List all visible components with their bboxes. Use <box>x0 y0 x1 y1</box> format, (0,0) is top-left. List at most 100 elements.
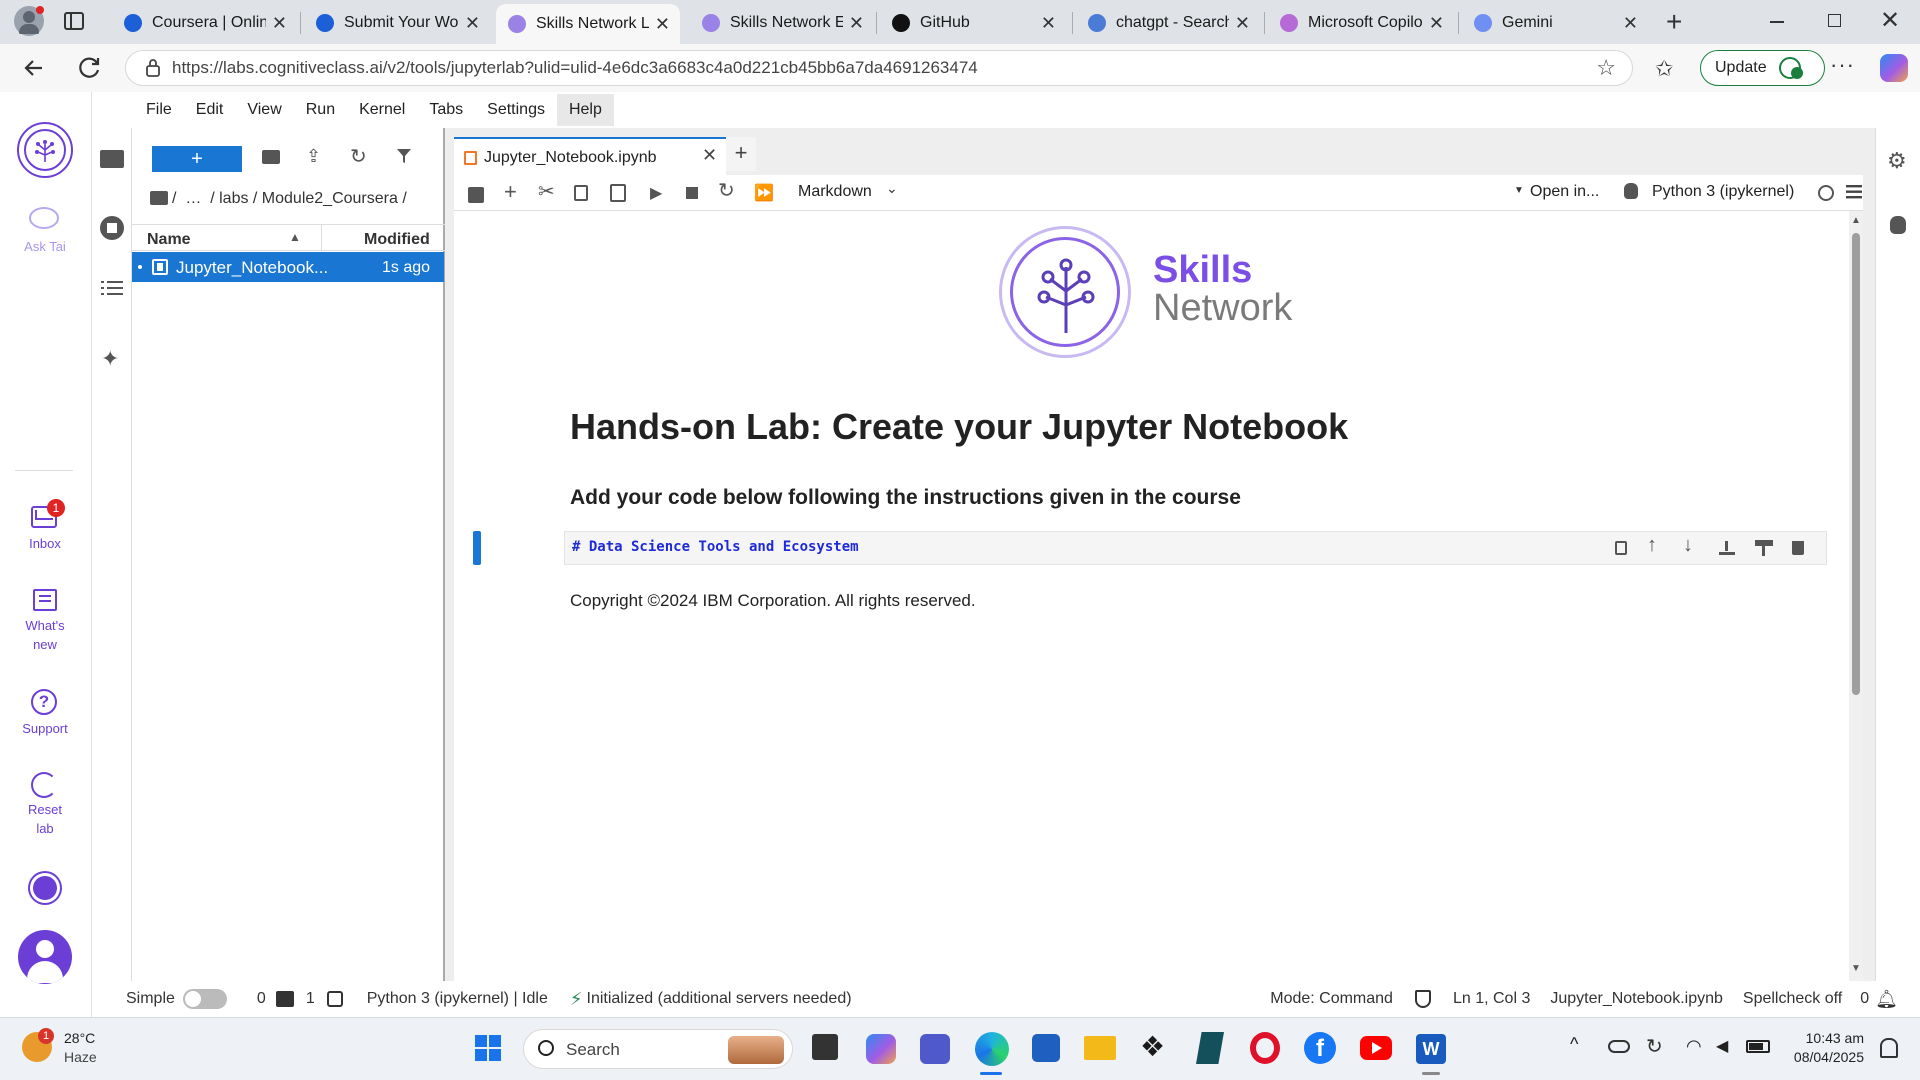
clock-time[interactable]: 10:43 am <box>1780 1030 1864 1046</box>
browser-tab[interactable]: chatgpt - Search ✕ <box>1076 6 1260 40</box>
chevron-down-icon[interactable]: ⌄ <box>886 180 898 197</box>
minimize-icon[interactable] <box>1770 21 1784 23</box>
app-s-icon[interactable] <box>1196 1032 1224 1064</box>
support-label[interactable]: Support <box>0 719 90 738</box>
onedrive-cloud-icon[interactable] <box>1608 1040 1630 1053</box>
new-tab-icon[interactable]: + <box>1666 8 1682 36</box>
inbox-label[interactable]: Inbox <box>0 534 90 553</box>
ask-tai-label[interactable]: Ask Tai <box>0 237 90 256</box>
dropbox-icon[interactable]: ❖ <box>1140 1032 1165 1062</box>
profile-avatar-icon[interactable] <box>14 6 44 36</box>
scroll-up-icon[interactable]: ▲ <box>1851 215 1861 226</box>
user-avatar-icon[interactable] <box>18 930 72 984</box>
run-all-icon[interactable]: ⏩ <box>754 179 774 209</box>
task-view-icon[interactable] <box>812 1034 838 1060</box>
browser-tab[interactable]: Coursera | Online ✕ <box>112 6 297 40</box>
spellcheck-status[interactable]: Spellcheck off <box>1743 990 1842 1008</box>
favorites-icon[interactable]: ✩ <box>1655 56 1673 82</box>
restore-icon[interactable] <box>1828 14 1841 27</box>
menu-edit[interactable]: Edit <box>184 94 236 126</box>
weather-desc[interactable]: Haze <box>64 1049 97 1065</box>
save-icon[interactable] <box>468 187 484 203</box>
menu-tabs[interactable]: Tabs <box>417 94 475 126</box>
volume-icon[interactable]: ◀ <box>1716 1036 1728 1056</box>
terminals-count[interactable]: 0 <box>257 990 266 1008</box>
close-tab-icon[interactable]: ✕ <box>465 13 480 34</box>
settings-more-icon[interactable]: ··· <box>1830 52 1855 78</box>
update-button[interactable]: Update <box>1700 50 1825 86</box>
opera-icon[interactable] <box>1250 1032 1280 1064</box>
browser-tab[interactable]: Submit Your Worl ✕ <box>304 6 490 40</box>
kernel-status[interactable]: Python 3 (ipykernel) | Idle <box>367 990 548 1008</box>
close-window-icon[interactable]: ✕ <box>1880 6 1900 35</box>
move-up-icon[interactable]: ↑ <box>1647 534 1657 557</box>
ask-tai-chat-icon[interactable] <box>29 207 59 229</box>
paste-icon[interactable] <box>610 184 626 202</box>
menu-view[interactable]: View <box>235 94 293 126</box>
delete-cell-icon[interactable] <box>1792 541 1804 555</box>
extensions-puzzle-icon[interactable]: ✦ <box>101 346 119 372</box>
support-help-icon[interactable]: ? <box>31 689 57 715</box>
menu-run[interactable]: Run <box>294 94 347 126</box>
close-tab-icon[interactable]: ✕ <box>849 13 864 34</box>
new-launcher-button[interactable]: + <box>152 146 242 172</box>
show-hidden-icons-chevron-icon[interactable]: ^ <box>1570 1034 1578 1055</box>
cell-type-select[interactable]: Markdown <box>798 183 872 201</box>
reload-icon[interactable] <box>76 54 104 82</box>
close-tab-icon[interactable]: ✕ <box>1623 13 1638 34</box>
open-in-button[interactable]: Open in... <box>1530 183 1599 201</box>
clock-date[interactable]: 08/04/2025 <box>1780 1049 1864 1065</box>
scrollbar-thumb[interactable] <box>1852 233 1860 695</box>
property-inspector-gear-icon[interactable]: ⚙ <box>1887 148 1907 174</box>
scroll-down-icon[interactable]: ▼ <box>1851 963 1861 974</box>
cursor-position[interactable]: Ln 1, Col 3 <box>1453 990 1530 1008</box>
browser-tab[interactable]: Skills Network La ✕ <box>496 4 680 44</box>
tab-actions-icon[interactable] <box>64 12 84 30</box>
copy-icon[interactable] <box>574 185 588 201</box>
store-icon[interactable] <box>1032 1034 1060 1062</box>
column-header-modified[interactable]: Modified <box>364 231 430 249</box>
theme-sun-icon[interactable] <box>33 876 57 900</box>
close-tab-icon[interactable]: ✕ <box>702 145 717 166</box>
close-tab-icon[interactable]: ✕ <box>655 14 670 35</box>
property-menu-icon[interactable] <box>1846 185 1862 199</box>
close-tab-icon[interactable]: ✕ <box>1235 13 1250 34</box>
insert-cell-icon[interactable]: + <box>504 179 517 205</box>
browser-tab[interactable]: Microsoft Copilot ✕ <box>1268 6 1454 40</box>
notebook-scrollbar[interactable]: ▲ ▼ <box>1849 211 1863 981</box>
skills-network-logo-icon[interactable] <box>17 122 73 178</box>
copilot-icon[interactable] <box>1880 54 1908 82</box>
file-browser-folder-icon[interactable] <box>100 150 124 168</box>
upload-icon[interactable]: ⇪ <box>306 146 321 167</box>
copilot-taskbar-icon[interactable] <box>866 1034 896 1064</box>
simple-mode-toggle[interactable] <box>182 989 227 1009</box>
code-cell[interactable]: # Data Science Tools and Ecosystem ↑ ↓ <box>564 531 1827 565</box>
trusted-shield-icon[interactable] <box>1414 990 1431 1008</box>
insert-above-icon[interactable] <box>1719 539 1735 555</box>
kernels-count[interactable]: 1 <box>306 990 315 1008</box>
notification-bell-icon[interactable]: 🔔︎ <box>1875 989 1898 1010</box>
cut-icon[interactable]: ✂ <box>538 179 555 204</box>
move-down-icon[interactable]: ↓ <box>1683 534 1693 557</box>
edge-browser-icon[interactable] <box>975 1032 1009 1066</box>
run-icon[interactable]: ▶ <box>650 179 662 209</box>
kernel-name[interactable]: Python 3 (ipykernel) <box>1652 183 1794 201</box>
windows-start-icon[interactable] <box>475 1035 501 1061</box>
facebook-icon[interactable]: f <box>1304 1032 1336 1064</box>
notebook-tab[interactable]: Jupyter_Notebook.ipynb ✕ <box>454 137 726 177</box>
browser-tab[interactable]: Skills Network Ed ✕ <box>690 6 874 40</box>
notification-count[interactable]: 0 <box>1860 990 1869 1008</box>
insert-below-icon[interactable] <box>1755 540 1773 556</box>
refresh-icon[interactable]: ↻ <box>350 144 367 169</box>
sync-icon[interactable]: ↻ <box>1646 1034 1663 1059</box>
close-tab-icon[interactable]: ✕ <box>272 13 287 34</box>
whats-new-icon[interactable] <box>33 589 57 611</box>
filter-icon[interactable] <box>396 148 412 164</box>
lsp-status[interactable]: Initialized (additional servers needed) <box>587 990 852 1008</box>
youtube-icon[interactable] <box>1360 1036 1392 1060</box>
wifi-icon[interactable]: ◠ <box>1686 1036 1702 1057</box>
favorite-star-icon[interactable]: ☆ <box>1596 55 1616 81</box>
file-explorer-icon[interactable] <box>1084 1036 1116 1060</box>
word-icon[interactable]: W <box>1416 1034 1446 1064</box>
menu-file[interactable]: File <box>134 94 184 126</box>
